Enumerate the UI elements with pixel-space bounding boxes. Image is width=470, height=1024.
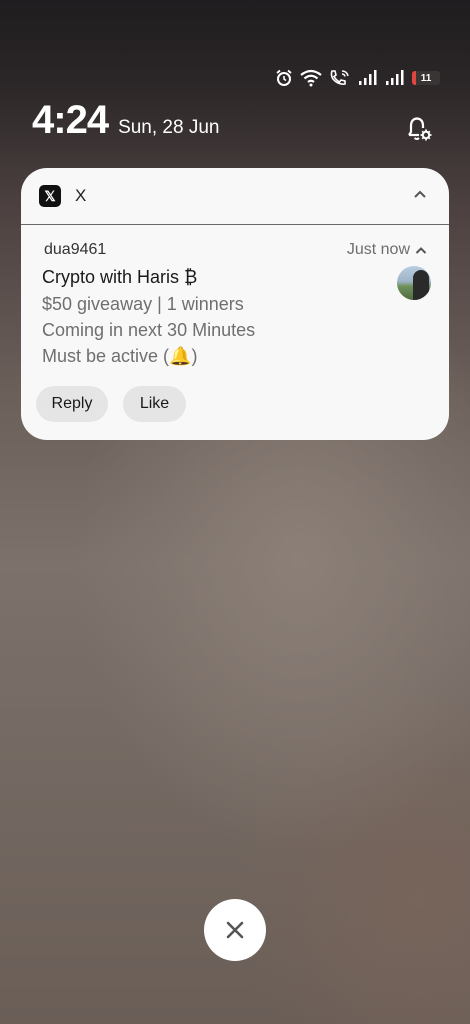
notification-settings-icon[interactable] — [402, 112, 434, 144]
notification-timestamp[interactable]: Just now — [347, 241, 427, 259]
notification-title: Crypto with Haris ₿ — [42, 267, 198, 287]
app-name: X — [75, 186, 87, 205]
notification-header[interactable]: 𝕏 X — [21, 168, 449, 225]
notification-sender: dua9461 — [44, 241, 107, 258]
chevron-up-icon[interactable] — [413, 186, 427, 204]
chevron-up-icon — [415, 246, 427, 254]
clear-notifications-button[interactable] — [204, 899, 266, 961]
avatar — [397, 266, 431, 300]
notification-body-line: Coming in next 30 Minutes — [42, 320, 256, 340]
time-text: 4:24 — [32, 98, 109, 142]
battery-icon: 11 — [412, 71, 440, 85]
date-text: Sun, 28 Jun — [118, 117, 220, 138]
notification-card[interactable]: 𝕏 X dua9461 Just now Crypto with Haris ₿… — [21, 168, 449, 440]
signal-icon — [358, 70, 378, 86]
timestamp-text: Just now — [346, 241, 410, 258]
reply-button[interactable]: Reply — [36, 386, 108, 422]
signal-icon — [385, 70, 405, 86]
status-bar: 11 — [275, 66, 440, 90]
battery-level: 11 — [420, 72, 432, 84]
wifi-calling-icon — [329, 69, 351, 87]
lockscreen-clock: 4:24 Sun, 28 Jun — [32, 98, 219, 143]
like-button[interactable]: Like — [123, 386, 186, 422]
notification-body-line: Must be active (🔔) — [42, 346, 198, 366]
x-app-icon: 𝕏 — [39, 185, 61, 207]
wifi-icon — [300, 69, 322, 87]
close-icon — [226, 921, 244, 939]
notification-body-line: $50 giveaway | 1 winners — [42, 294, 244, 314]
alarm-icon — [275, 69, 293, 87]
